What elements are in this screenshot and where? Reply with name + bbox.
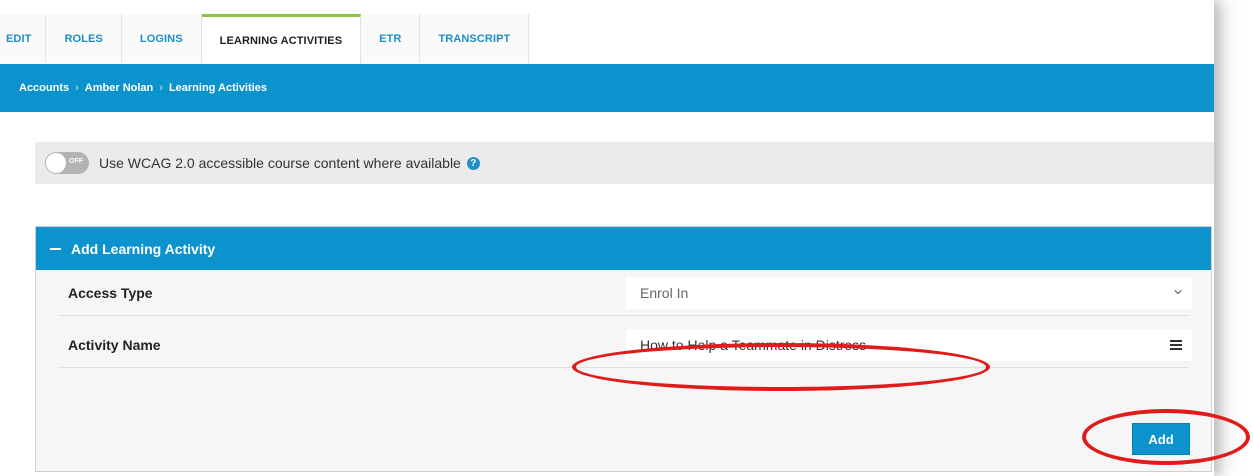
breadcrumb: Accounts › Amber Nolan › Learning Activi… — [0, 82, 267, 94]
breadcrumb-accounts[interactable]: Accounts — [19, 82, 69, 94]
panel-header[interactable]: Add Learning Activity — [36, 227, 1211, 270]
add-button[interactable]: Add — [1132, 423, 1190, 455]
access-type-row: Access Type Enrol In — [58, 270, 1192, 316]
breadcrumb-separator: › — [75, 82, 79, 94]
activity-name-label: Activity Name — [68, 336, 161, 353]
question-circle-icon[interactable]: ? — [466, 156, 480, 170]
wcag-toggle[interactable]: OFF — [45, 152, 89, 174]
tab-logins[interactable]: LOGINS — [121, 14, 202, 63]
access-type-label: Access Type — [68, 284, 153, 301]
tab-roles[interactable]: ROLES — [46, 14, 122, 63]
tab-transcript[interactable]: TRANSCRIPT — [420, 14, 530, 63]
breadcrumb-separator: › — [159, 82, 163, 94]
breadcrumb-bar: Accounts › Amber Nolan › Learning Activi… — [0, 64, 1214, 112]
tab-edit[interactable]: EDIT — [0, 14, 47, 63]
activity-name-value: How to Help a Teammate in Distress — [640, 336, 867, 353]
list-icon[interactable] — [1170, 339, 1182, 350]
activity-name-field[interactable]: How to Help a Teammate in Distress — [626, 328, 1192, 361]
minus-icon[interactable] — [50, 247, 61, 250]
access-type-value: Enrol In — [640, 284, 689, 301]
tab-etr[interactable]: ETR — [361, 14, 421, 63]
panel-title: Add Learning Activity — [71, 240, 216, 257]
access-type-select[interactable]: Enrol In — [626, 276, 1192, 309]
toggle-state-label: OFF — [69, 158, 83, 165]
activity-name-row: Activity Name How to Help a Teammate in … — [58, 322, 1192, 368]
chevron-down-icon — [1174, 289, 1182, 294]
breadcrumb-amber-nolan[interactable]: Amber Nolan — [85, 82, 153, 94]
app-frame: EDIT ROLES LOGINS LEARNING ACTIVITIES ET… — [0, 0, 1214, 476]
add-learning-activity-panel: Add Learning Activity Access Type Enrol … — [35, 226, 1212, 472]
toggle-knob — [46, 153, 66, 173]
wcag-label: Use WCAG 2.0 accessible course content w… — [99, 155, 461, 171]
tab-learning-activities[interactable]: LEARNING ACTIVITIES — [201, 14, 362, 64]
wcag-setting-row: OFF Use WCAG 2.0 accessible course conte… — [35, 142, 1214, 184]
tab-bar: EDIT ROLES LOGINS LEARNING ACTIVITIES ET… — [0, 14, 530, 64]
breadcrumb-learning-activities: Learning Activities — [168, 82, 267, 94]
